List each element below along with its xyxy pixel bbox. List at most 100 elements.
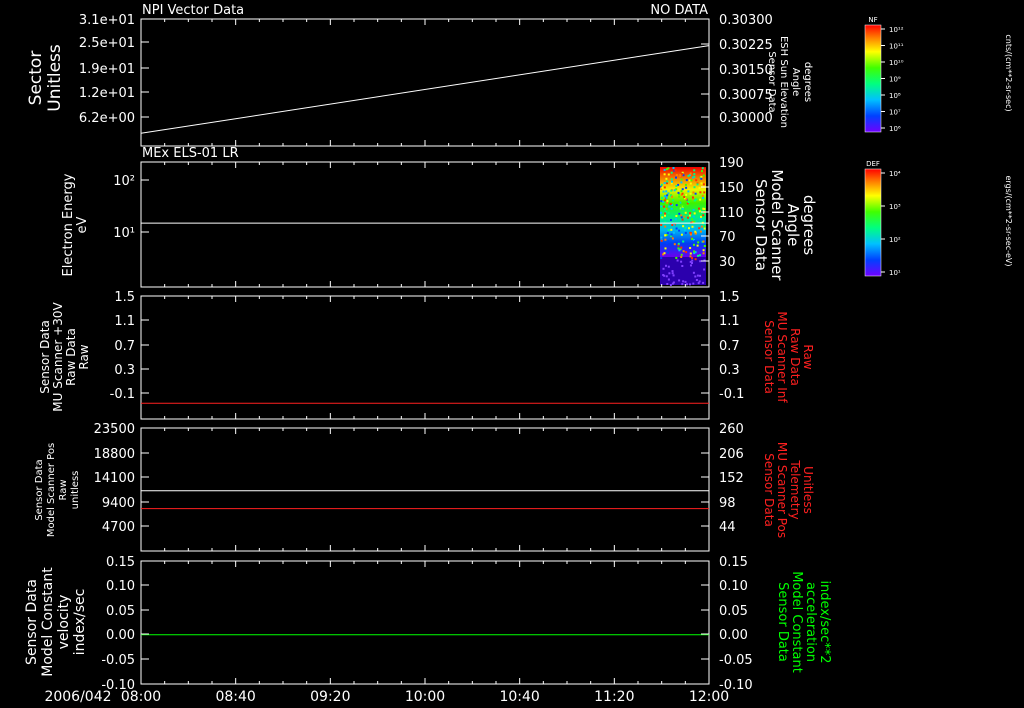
right-tick-label: 0.30225: [719, 38, 773, 53]
spectrogram-speck: [671, 272, 674, 275]
left-tick-label: 0.15: [106, 555, 135, 570]
series-line: [140, 45, 710, 134]
spectrogram-speck: [673, 189, 676, 192]
spectrogram-speck: [699, 274, 701, 277]
spectrogram-speck: [680, 256, 683, 258]
spectrogram-speck: [675, 215, 678, 217]
panel-4-right-label-2: MU Scanner Pos: [775, 442, 789, 538]
spectrogram-speck: [665, 177, 668, 180]
left-tick-label: 18800: [94, 447, 135, 462]
panel-2-left-label-2: eV: [75, 216, 90, 233]
left-tick-label: -0.05: [101, 653, 135, 668]
left-tick-label: 1.2e+01: [79, 86, 135, 101]
spectrogram-speck: [675, 227, 678, 230]
spectrogram-speck: [696, 274, 699, 277]
panel-3-left-label-2: MU Scanner +30V: [51, 302, 65, 412]
spectrogram-speck: [665, 264, 667, 267]
left-tick-label: 1.1: [114, 314, 135, 329]
colorbar-nf-ticks: 10¹² 10¹¹ 10¹⁰ 10⁹ 10⁸ 10⁷ 10⁶: [881, 26, 904, 133]
panel-2-left-label-1: Electron Energy: [61, 173, 76, 276]
panel-1-left-label-1: Sector: [26, 51, 46, 106]
panel-1-status: NO DATA: [650, 3, 708, 18]
spectrogram-speck: [701, 170, 703, 173]
spectrogram-speck: [688, 214, 691, 217]
spectrogram-speck: [675, 204, 678, 207]
spectrogram-speck: [703, 191, 706, 194]
panel-1-right-label-4: degrees: [802, 62, 813, 102]
spectrogram-speck: [694, 258, 697, 261]
spectrogram-speck: [678, 249, 681, 252]
spectrogram-speck: [684, 211, 687, 214]
spectrogram-speck: [700, 215, 702, 218]
colorbar-tick-label: 10¹: [889, 269, 901, 277]
spectrogram-speck: [681, 218, 684, 221]
spectrogram-speck: [673, 243, 676, 246]
spectrogram-speck: [679, 173, 682, 176]
panel-2-right-label-3: Angle: [784, 204, 802, 247]
panel-4-right-label-3: Telemetry: [788, 459, 802, 519]
spectrogram-speck: [663, 173, 666, 176]
spectrogram-speck: [670, 189, 673, 192]
spectrogram-speck: [662, 274, 665, 276]
spectrogram-speck: [680, 233, 683, 236]
left-tick-label: 10²: [113, 174, 135, 189]
spectrogram-speck: [661, 186, 664, 189]
spectrogram-speck: [665, 249, 668, 252]
spectrogram-speck: [697, 241, 700, 244]
panel-3-right-label-2: MU Scanner Inf: [775, 311, 789, 403]
spectrogram-speck: [663, 182, 666, 184]
spectrogram-speck: [681, 265, 684, 267]
spectrogram-speck: [691, 218, 693, 221]
spectrogram-speck: [686, 283, 688, 286]
spectrogram-speck: [696, 244, 699, 247]
spectrogram-speck: [678, 195, 681, 198]
right-tick-label: 98: [719, 496, 736, 511]
right-tick-label: 0.05: [719, 604, 748, 619]
spectrogram-speck: [693, 169, 696, 172]
colorbar-tick-label: 10⁷: [889, 109, 901, 117]
spectrogram-speck: [694, 232, 697, 235]
right-tick-label: 0.7: [719, 339, 740, 354]
spectrogram-speck: [687, 190, 690, 193]
spectrogram-speck: [681, 192, 684, 195]
spectrogram-speck: [665, 275, 668, 278]
right-tick-label: 44: [719, 520, 736, 535]
spectrogram-speck: [668, 205, 671, 208]
spectrogram-speck: [690, 264, 692, 267]
right-tick-label: -0.1: [719, 387, 744, 402]
spectrogram-speck: [680, 246, 683, 249]
spectrogram-speck: [665, 168, 668, 171]
panel-4-frame: [140, 427, 710, 552]
spectrogram-speck: [693, 220, 696, 223]
spectrogram-speck: [663, 252, 666, 255]
panel-4-left-label-2: Model Scanner Pos: [46, 443, 57, 537]
spectrogram-speck: [671, 237, 674, 240]
spectrogram-speck: [700, 177, 703, 180]
spectrogram-speck: [671, 180, 673, 183]
left-tick-label: 4700: [102, 520, 135, 535]
panel-5-right-label-1: Sensor Data: [775, 582, 790, 662]
spectrogram-speck: [678, 229, 681, 232]
spectrogram-speck: [700, 175, 703, 178]
spectrogram-speck: [690, 179, 693, 182]
spectrogram-speck: [693, 240, 696, 243]
colorbar-nf-unit: cnts/(cm**2-sr-sec): [1004, 34, 1013, 111]
left-tick-label: 23500: [94, 422, 135, 437]
colorbar-tick-label: 10⁴: [889, 170, 901, 178]
panel-4-left-label-3: Raw: [58, 479, 69, 500]
time-tick-label: 10:40: [499, 689, 539, 705]
spectrogram-speck: [689, 199, 692, 202]
spectrogram-speck: [661, 196, 664, 199]
panel-3-right-label-3: Raw Data: [788, 328, 802, 386]
spectrogram-speck: [675, 174, 678, 177]
spectrogram-speck: [663, 205, 665, 208]
right-tick-label: 30: [719, 255, 736, 270]
right-tick-label: 260: [719, 422, 744, 437]
spectrogram-speck: [671, 282, 674, 285]
spectrogram-speck: [668, 272, 671, 275]
colorbar-def-ticks: 10⁴ 10³ 10² 10¹: [881, 170, 901, 277]
spectrogram-speck: [664, 234, 667, 237]
spectrogram-speck: [672, 167, 675, 169]
spectrogram-speck: [691, 196, 694, 199]
spectrogram-speck: [691, 259, 694, 262]
